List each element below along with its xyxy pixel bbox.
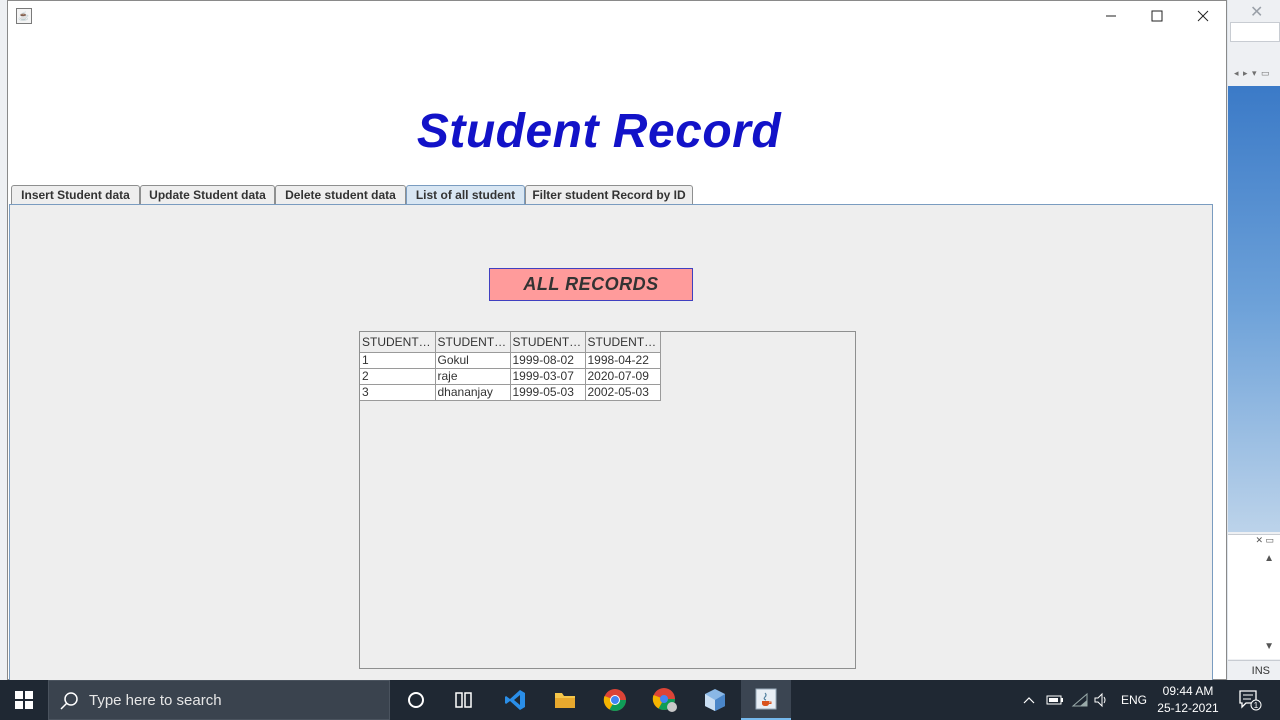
column-header[interactable]: STUDENT_... [360,332,436,353]
table-cell[interactable]: raje [435,367,511,385]
notification-icon: 1 [1239,690,1262,711]
battery-icon [1046,695,1063,705]
notification-count: 1 [1254,701,1259,710]
java-app-taskbar-button[interactable] [741,680,791,720]
all-records-label: ALL RECORDS [489,268,693,301]
tab-filter-by-id[interactable]: Filter student Record by ID [525,185,693,204]
background-output-panel: ✕ ▭ ▲ ▼ [1228,534,1280,659]
chrome-icon [603,689,626,711]
clock-time: 09:44 AM [1162,684,1214,698]
taskbar-clock[interactable]: 09:44 AM 25-12-2021 [1152,683,1224,717]
background-input[interactable] [1230,22,1280,42]
maximize-button[interactable] [1134,1,1180,31]
minimize-icon [1106,15,1116,17]
table-cell[interactable]: 2 [360,367,436,385]
table-cell[interactable]: dhananjay [435,383,511,401]
cube-app-icon [705,689,725,711]
table-row[interactable]: 1 Gokul 1999-08-02 1998-04-22 [360,351,661,369]
table-cell[interactable]: Gokul [435,351,511,369]
clock-date: 25-12-2021 [1157,701,1219,715]
tab-insert-student[interactable]: Insert Student data [11,185,140,204]
tab-update-student[interactable]: Update Student data [140,185,275,204]
table-cell[interactable]: 1999-03-07 [510,367,586,385]
app-box-button[interactable] [690,680,740,720]
scroll-up-icon[interactable]: ▲ [1264,553,1274,564]
start-button[interactable] [0,680,48,720]
table-cell[interactable]: 3 [360,383,436,401]
cortana-icon [408,692,424,708]
title-bar: ☕ [8,1,1226,31]
column-header[interactable]: STUDENT_... [435,332,511,353]
table-row[interactable]: 3 dhananjay 1999-05-03 2002-05-03 [360,383,661,401]
tab-list-all-students[interactable]: List of all student [406,185,525,204]
panel-close-icon[interactable]: ✕ ▭ [1228,535,1280,546]
vscode-icon [505,690,525,710]
java-icon [755,688,777,710]
table-row[interactable]: 2 raje 1999-03-07 2020-07-09 [360,367,661,385]
wifi-icon [1071,692,1088,707]
scroll-down-icon[interactable]: ▼ [1264,641,1274,652]
maximize-icon [1151,10,1163,22]
taskbar-search-box[interactable]: Type here to search [48,680,390,720]
windows-taskbar: Type here to search ENG 09:44 AM 25-12-2… [0,680,1280,720]
chrome-button[interactable] [590,680,640,720]
background-ide-window: ✕ ◂ ▸ ▾ ▭ ✕ ▭ ▲ ▼ INS [1228,0,1280,680]
minimize-button[interactable] [1088,1,1134,31]
vscode-taskbar-button[interactable] [490,680,540,720]
task-view-button[interactable] [439,680,489,720]
column-header[interactable]: STUDENT_... [585,332,661,353]
show-hidden-icons-button[interactable] [1022,680,1036,720]
background-blue-panel [1228,86,1280,532]
cortana-button[interactable] [391,680,441,720]
background-close-icon[interactable]: ✕ [1250,2,1263,22]
network-indicator[interactable] [1071,680,1089,720]
background-window-edge [0,0,7,680]
close-icon [1197,10,1209,22]
insert-mode-indicator: INS [1228,660,1280,680]
table-cell[interactable]: 2002-05-03 [585,383,661,401]
records-table[interactable]: STUDENT_... STUDENT_... STUDENT_... STUD… [360,332,661,401]
folder-icon [555,693,575,708]
table-cell[interactable]: 2020-07-09 [585,367,661,385]
background-nav-arrows-icon[interactable]: ◂ ▸ ▾ ▭ [1234,68,1271,79]
search-icon [60,692,78,710]
student-record-window: ☕ Student Record Insert Student data Upd… [7,0,1227,681]
chrome-profile-button[interactable] [640,680,690,720]
column-header[interactable]: STUDENT_... [510,332,586,353]
language-indicator[interactable]: ENG [1121,680,1147,720]
chrome-profile-icon [652,688,677,712]
table-cell[interactable]: 1999-05-03 [510,383,586,401]
tab-content-panel: ALL RECORDS STUDENT_... STUDENT_... STUD… [9,204,1213,681]
windows-logo-icon [15,691,33,709]
table-cell[interactable]: 1998-04-22 [585,351,661,369]
page-title: Student Record [416,105,782,158]
file-explorer-button[interactable] [540,680,590,720]
search-placeholder: Type here to search [89,692,222,709]
close-button[interactable] [1180,1,1226,31]
battery-indicator[interactable] [1046,680,1064,720]
speaker-icon [1094,692,1106,708]
volume-indicator[interactable] [1093,680,1111,720]
table-cell[interactable]: 1999-08-02 [510,351,586,369]
records-table-scrollpane[interactable]: STUDENT_... STUDENT_... STUDENT_... STUD… [359,331,856,669]
action-center-button[interactable]: 1 [1238,680,1262,720]
java-app-icon: ☕ [16,8,32,24]
tab-delete-student[interactable]: Delete student data [275,185,406,204]
chevron-up-icon [1023,697,1035,704]
task-view-icon [455,692,472,708]
table-cell[interactable]: 1 [360,351,436,369]
table-header-row: STUDENT_... STUDENT_... STUDENT_... STUD… [360,332,661,353]
